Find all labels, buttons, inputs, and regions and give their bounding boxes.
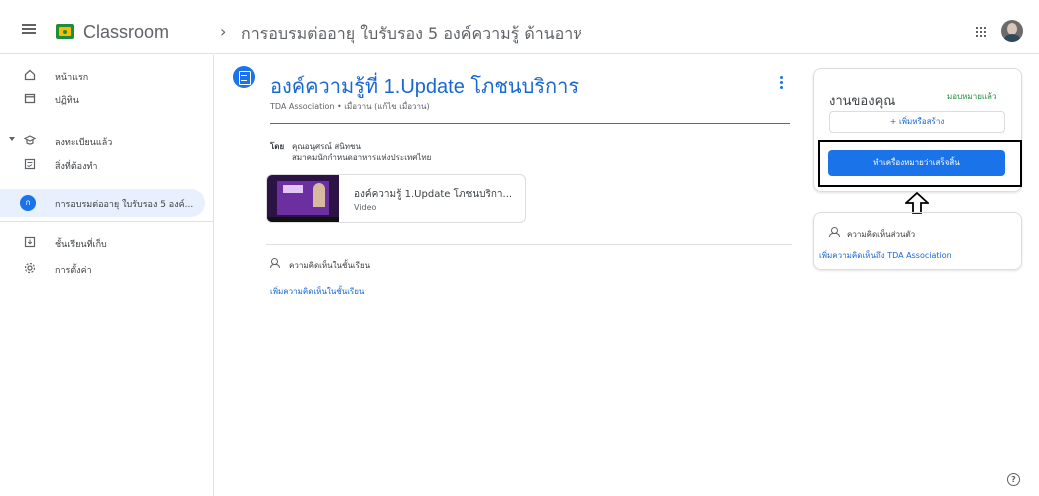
sidebar-item-label: ปฏิทิน xyxy=(55,96,79,106)
add-private-comment-link[interactable]: เพิ่มความคิดเห็นถึง TDA Association xyxy=(819,249,952,262)
page-title: องค์ความรู้ที่ 1.Update โภชนบริการ xyxy=(270,76,580,98)
sidebar: หน้าแรก ปฏิทิน ลงทะเบียนแล้ว สิ่งที่ต้อง… xyxy=(0,55,214,496)
todo-icon xyxy=(24,158,36,170)
sidebar-item-archived[interactable]: ชั้นเรียนที่เก็บ xyxy=(0,229,205,257)
person-icon xyxy=(829,227,840,237)
private-comments-card: ความคิดเห็นส่วนตัว เพิ่มความคิดเห็นถึง T… xyxy=(813,212,1022,270)
sidebar-item-label: การตั้งค่า xyxy=(55,266,92,276)
main-menu-icon[interactable] xyxy=(22,24,36,34)
breadcrumb-class-name[interactable]: การอบรมต่ออายุ ใบรับรอง 5 องค์ความรู้ ด้… xyxy=(241,22,581,47)
top-app-bar: Classroom › การอบรมต่ออายุ ใบรับรอง 5 อง… xyxy=(0,0,1039,54)
comments-divider xyxy=(266,244,792,245)
video-attachment-card[interactable]: องค์ความรู้ 1.Update โภชนบริกา... Video xyxy=(266,174,526,223)
breadcrumb-separator-icon: › xyxy=(220,22,227,41)
class-avatar: ก xyxy=(20,195,36,211)
sidebar-item-todo[interactable]: สิ่งที่ต้องทำ xyxy=(0,151,205,179)
expand-caret-icon[interactable] xyxy=(9,137,15,141)
sidebar-item-label: สิ่งที่ต้องทำ xyxy=(55,162,98,172)
title-divider xyxy=(270,123,790,124)
settings-icon xyxy=(24,262,36,274)
private-comments-label: ความคิดเห็นส่วนตัว xyxy=(847,230,916,239)
people-icon xyxy=(270,258,282,268)
sidebar-item-label: หน้าแรก xyxy=(55,73,89,83)
post-meta: TDA Association • เมื่อวาน (แก้ไข เมื่อว… xyxy=(270,102,430,111)
home-icon xyxy=(24,69,36,81)
google-apps-icon[interactable] xyxy=(976,27,986,37)
arrow-up-icon xyxy=(905,192,929,214)
sidebar-item-calendar[interactable]: ปฏิทิน xyxy=(0,85,205,113)
author-by-label: โดย xyxy=(270,142,285,151)
sidebar-divider xyxy=(0,221,214,222)
status-badge: มอบหมายแล้ว xyxy=(947,92,997,101)
calendar-icon xyxy=(24,93,36,104)
attachment-title: องค์ความรู้ 1.Update โภชนบริกา... xyxy=(354,189,513,200)
classroom-logo-icon[interactable] xyxy=(56,24,74,39)
add-class-comment-link[interactable]: เพิ่มความคิดเห็นในชั้นเรียน xyxy=(270,285,364,298)
help-icon[interactable]: ? xyxy=(1007,473,1020,486)
author-organization: สมาคมนักกำหนดอาหารแห่งประเทศไทย xyxy=(292,153,432,162)
mark-as-done-button[interactable]: ทำเครื่องหมายว่าเสร็จสิ้น xyxy=(828,150,1005,176)
your-work-title: งานของคุณ xyxy=(829,94,896,109)
class-comments-label: ความคิดเห็นในชั้นเรียน xyxy=(289,261,371,270)
sidebar-item-label: ลงทะเบียนแล้ว xyxy=(55,138,113,148)
video-thumbnail xyxy=(267,175,339,222)
sidebar-item-label: การอบรมต่ออายุ ใบรับรอง 5 องค์... xyxy=(55,200,194,210)
assignment-doc-icon xyxy=(233,66,255,88)
enrolled-icon xyxy=(24,135,36,145)
sidebar-item-settings[interactable]: การตั้งค่า xyxy=(0,255,205,283)
sidebar-item-class-renewal[interactable]: ก การอบรมต่ออายุ ใบรับรอง 5 องค์... xyxy=(0,189,205,217)
add-or-create-button[interactable]: + เพิ่มหรือสร้าง xyxy=(829,111,1005,133)
attachment-type: Video xyxy=(354,203,377,212)
app-title[interactable]: Classroom xyxy=(83,22,169,43)
archive-icon xyxy=(24,236,36,248)
account-avatar[interactable] xyxy=(1001,20,1023,42)
sidebar-item-label: ชั้นเรียนที่เก็บ xyxy=(55,240,107,250)
more-options-icon[interactable] xyxy=(780,76,783,89)
